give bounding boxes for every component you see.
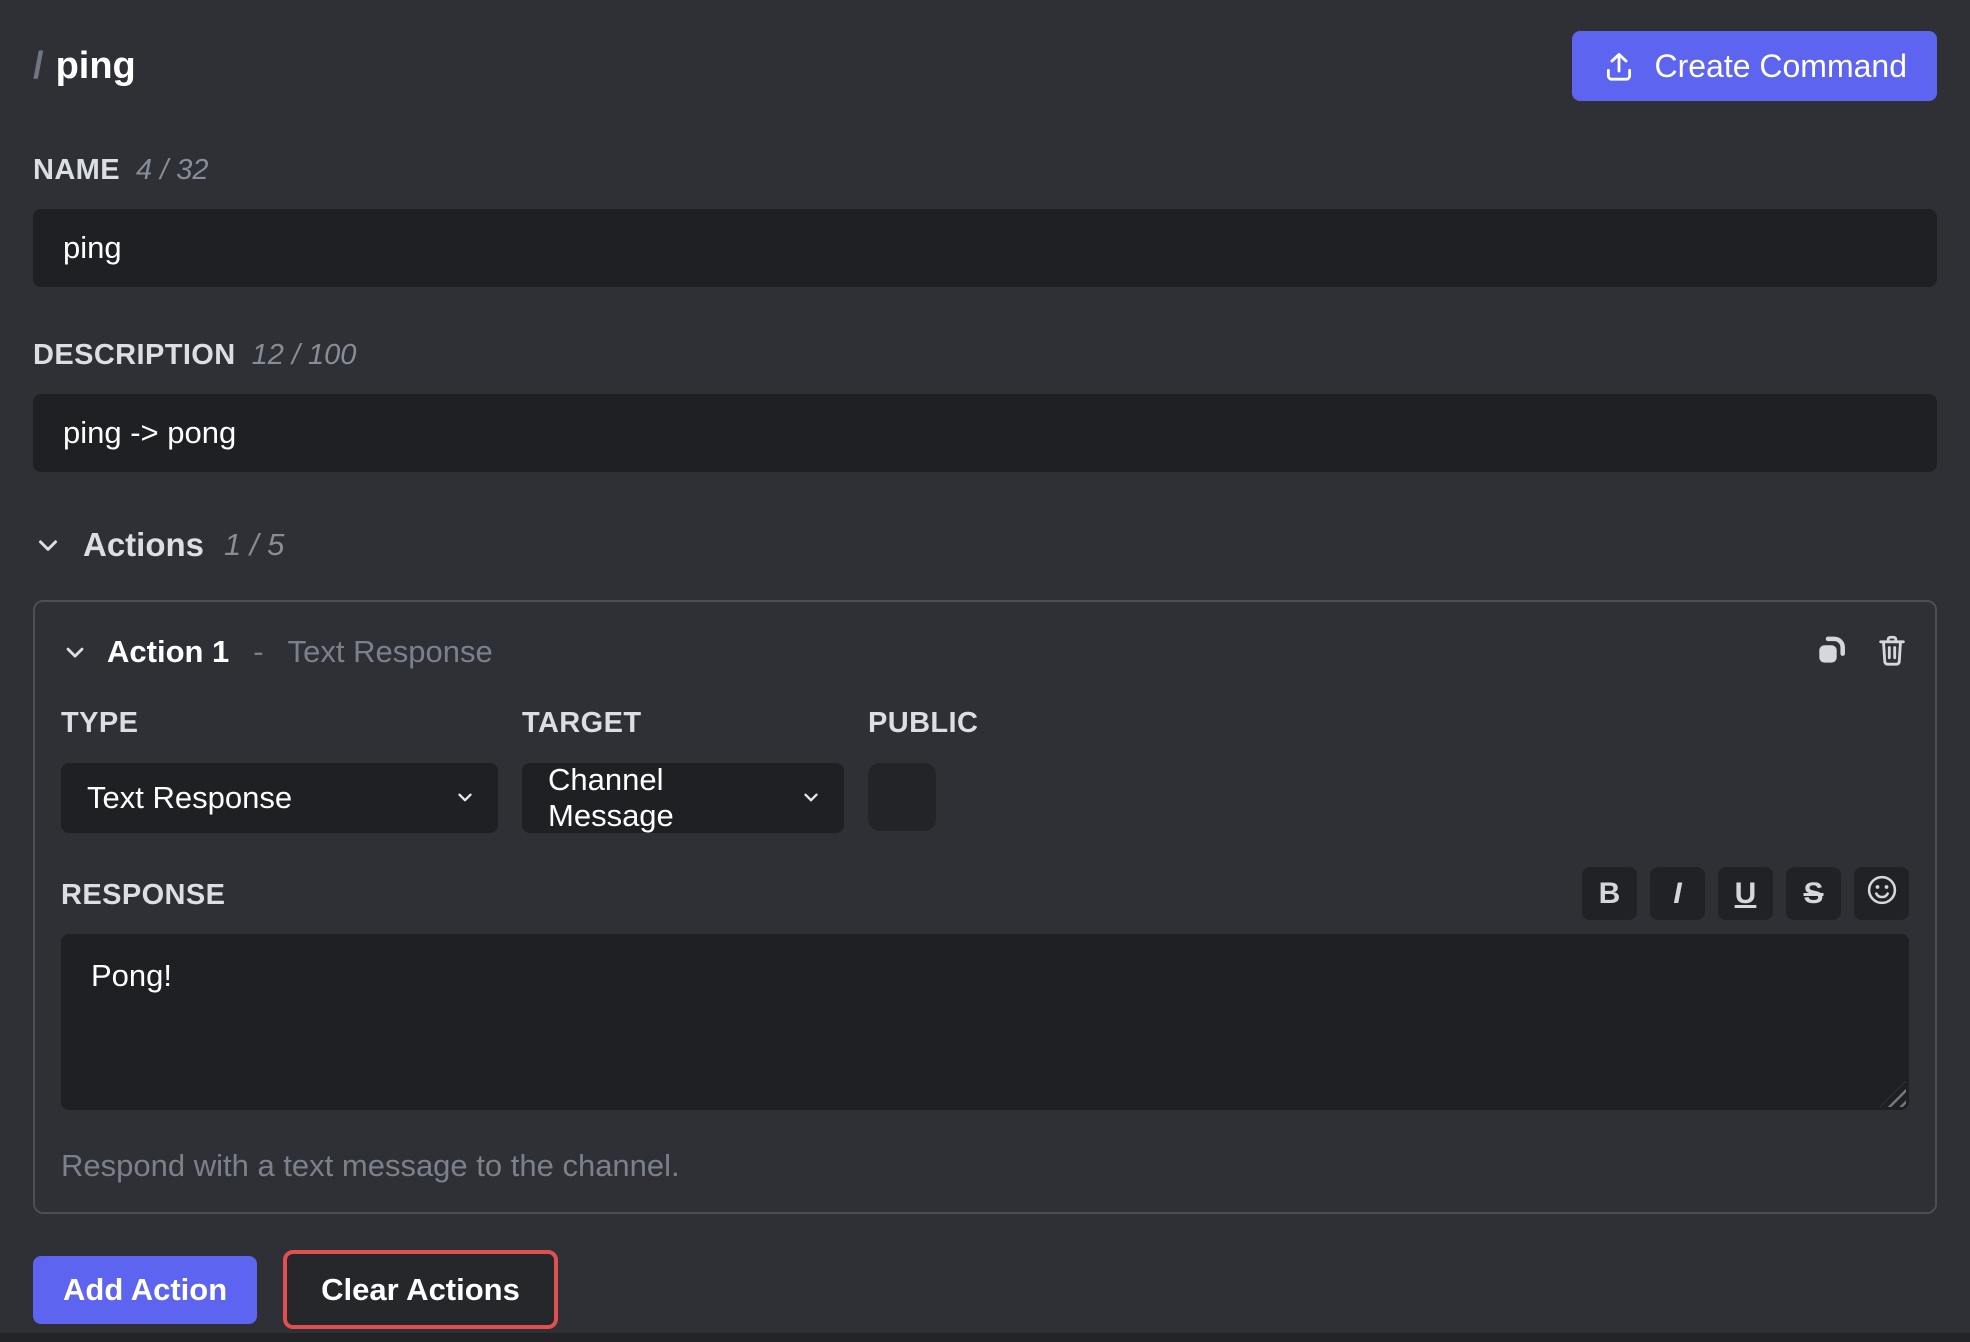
strikethrough-button[interactable]: S — [1786, 867, 1841, 920]
type-field: TYPE Text Response — [61, 707, 498, 833]
response-label: RESPONSE — [61, 879, 226, 911]
actions-section-counter: 1 / 5 — [224, 527, 285, 562]
name-input[interactable] — [33, 209, 1937, 287]
clear-actions-button[interactable]: Clear Actions — [283, 1250, 558, 1329]
type-select[interactable]: Text Response — [61, 763, 498, 833]
target-field: TARGET Channel Message — [522, 707, 844, 833]
add-action-button[interactable]: Add Action — [33, 1255, 258, 1324]
description-input[interactable] — [33, 394, 1937, 472]
public-label: PUBLIC — [868, 707, 979, 739]
delete-action-button[interactable] — [1875, 633, 1909, 670]
upload-icon — [1602, 49, 1636, 83]
italic-button[interactable]: I — [1650, 867, 1705, 920]
action-helper-text: Respond with a text message to the chann… — [61, 1148, 680, 1183]
actions-section-toggle[interactable]: Actions 1 / 5 — [33, 526, 284, 564]
target-label: TARGET — [522, 707, 642, 739]
public-field: PUBLIC — [868, 707, 978, 833]
smiley-icon — [1864, 872, 1900, 916]
response-textarea[interactable]: Pong! — [61, 934, 1909, 1110]
command-editor-page: / ping Create Command NAME 4 / 32 DESCRI… — [0, 0, 1970, 1342]
command-name-title: ping — [55, 44, 136, 87]
emoji-button[interactable] — [1854, 867, 1909, 920]
underline-button[interactable]: U — [1718, 867, 1773, 920]
name-counter: 4 / 32 — [136, 154, 209, 186]
command-slash-prefix: / — [33, 44, 44, 87]
create-command-label: Create Command — [1654, 47, 1907, 84]
trash-icon — [1875, 633, 1909, 670]
response-textarea-wrap: Pong! — [61, 934, 1909, 1110]
public-checkbox[interactable] — [868, 763, 936, 831]
name-label: NAME — [33, 154, 120, 186]
format-toolbar: B I U S — [1582, 867, 1909, 920]
bottom-edge-strip — [0, 1333, 1970, 1342]
chevron-down-icon — [454, 780, 476, 816]
action-controls-row: TYPE Text Response TARGET Channel Messag… — [61, 707, 1909, 833]
response-header: RESPONSE B I U S — [61, 867, 1909, 920]
action-card: Action 1 - Text Response TYPE Text Respo… — [33, 600, 1937, 1214]
duplicate-action-button[interactable] — [1813, 632, 1849, 671]
action-title-separator: - — [253, 633, 264, 669]
actions-footer: Add Action Clear Actions — [33, 1250, 1937, 1329]
bold-button[interactable]: B — [1582, 867, 1637, 920]
page-title: / ping — [33, 45, 136, 88]
action-title: Action 1 — [107, 633, 230, 669]
action-subtitle: Text Response — [287, 633, 493, 669]
target-select[interactable]: Channel Message — [522, 762, 844, 833]
action-icon-buttons — [1813, 632, 1909, 671]
target-select-value: Channel Message — [548, 762, 674, 833]
action-collapse-toggle[interactable]: Action 1 - Text Response — [61, 634, 493, 670]
actions-section-label: Actions — [83, 526, 205, 563]
description-counter: 12 / 100 — [251, 339, 357, 371]
name-label-row: NAME 4 / 32 — [33, 154, 1937, 187]
description-label-row: DESCRIPTION 12 / 100 — [33, 339, 1937, 372]
chevron-down-icon — [61, 638, 89, 666]
action-header: Action 1 - Text Response — [61, 632, 1909, 671]
type-label: TYPE — [61, 707, 139, 739]
copy-icon — [1813, 632, 1849, 671]
chevron-down-icon — [33, 530, 63, 560]
create-command-button[interactable]: Create Command — [1572, 31, 1937, 101]
page-header: / ping Create Command — [33, 30, 1937, 102]
type-select-value: Text Response — [87, 780, 293, 815]
chevron-down-icon — [800, 780, 822, 816]
description-label: DESCRIPTION — [33, 339, 236, 371]
